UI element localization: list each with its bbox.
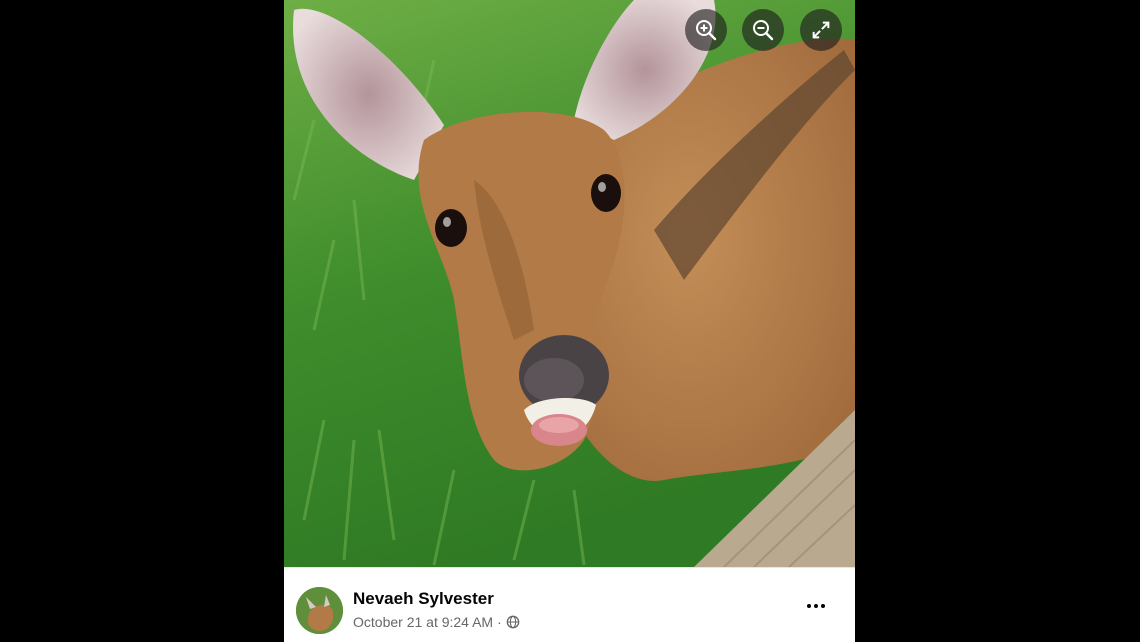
author-name[interactable]: Nevaeh Sylvester: [353, 589, 494, 609]
post-meta: October 21 at 9:24 AM ·: [353, 614, 520, 630]
deer-photo[interactable]: [284, 0, 855, 567]
ellipsis-icon: [807, 604, 811, 608]
avatar[interactable]: [296, 587, 343, 634]
post-timestamp[interactable]: October 21 at 9:24 AM: [353, 614, 493, 630]
zoom-out-button[interactable]: [742, 9, 784, 51]
post-footer: Nevaeh Sylvester October 21 at 9:24 AM ·: [284, 567, 855, 642]
magnifier-minus-icon: [753, 20, 774, 41]
more-options-button[interactable]: [800, 596, 832, 616]
meta-separator: ·: [497, 614, 502, 630]
magnifier-plus-icon: [696, 20, 717, 41]
photo-viewer: Nevaeh Sylvester October 21 at 9:24 AM ·: [284, 0, 855, 642]
avatar-image: [296, 587, 343, 634]
deer-photo-image: [284, 0, 855, 567]
zoom-in-button[interactable]: [685, 9, 727, 51]
fullscreen-button[interactable]: [800, 9, 842, 51]
expand-arrows-icon: [812, 21, 830, 39]
globe-icon: [506, 615, 520, 629]
